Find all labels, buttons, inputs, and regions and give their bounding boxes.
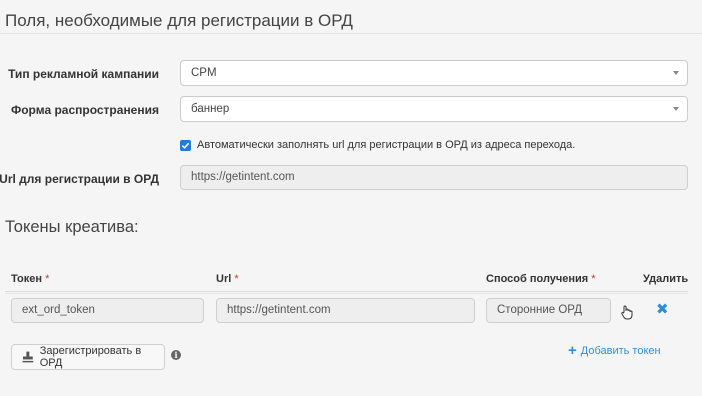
title-divider: [0, 33, 702, 34]
tokens-title: Токены креатива:: [5, 218, 139, 236]
token-method-field[interactable]: Сторонние ОРД: [486, 298, 611, 323]
hand-pointer-icon[interactable]: [620, 304, 634, 320]
column-header-token: Токен *: [11, 273, 49, 285]
distribution-form-label: Форма распространения: [10, 103, 159, 117]
ord-url-label: Url для регистрации в ОРД: [0, 172, 159, 186]
delete-token-icon[interactable]: ✖: [656, 301, 669, 319]
required-mark: *: [234, 273, 239, 285]
auto-url-checkbox-label[interactable]: Автоматически заполнять url для регистра…: [197, 139, 575, 151]
info-icon[interactable]: i: [171, 350, 181, 360]
add-token-label: Добавить токен: [580, 345, 661, 357]
distribution-form-select[interactable]: баннер: [180, 96, 688, 122]
required-mark: *: [45, 273, 50, 285]
chevron-down-icon: [673, 107, 679, 111]
section-title: Поля, необходимые для регистрации в ОРД: [5, 11, 353, 30]
distribution-form-value: баннер: [191, 103, 230, 115]
token-name-field[interactable]: ext_ord_token: [11, 298, 204, 323]
campaign-type-label: Тип рекламной кампании: [8, 67, 159, 81]
register-in-ord-button[interactable]: Зарегистрировать в ОРД: [11, 344, 165, 370]
campaign-type-select[interactable]: CPM: [180, 60, 688, 86]
campaign-type-value: CPM: [191, 67, 217, 79]
column-header-token-label: Токен: [11, 273, 43, 285]
checkmark-icon: [181, 142, 190, 149]
column-header-url: Url *: [216, 273, 239, 285]
add-token-link[interactable]: + Добавить токен: [568, 342, 661, 359]
auto-url-checkbox[interactable]: [180, 140, 191, 151]
stamp-icon: [22, 351, 34, 363]
column-header-method: Способ получения *: [486, 273, 596, 285]
plus-icon: +: [568, 342, 577, 359]
table-header-divider: [5, 291, 688, 292]
column-header-url-label: Url: [216, 273, 232, 285]
column-header-method-label: Способ получения: [486, 273, 589, 285]
required-mark: *: [591, 273, 596, 285]
chevron-down-icon: [673, 71, 679, 75]
table-header-divider: [5, 293, 688, 294]
column-header-delete: Удалить: [643, 273, 689, 285]
ord-url-field[interactable]: https://getintent.com: [180, 165, 688, 190]
register-button-label: Зарегистрировать в ОРД: [39, 345, 142, 369]
token-url-field[interactable]: https://getintent.com: [216, 298, 475, 323]
